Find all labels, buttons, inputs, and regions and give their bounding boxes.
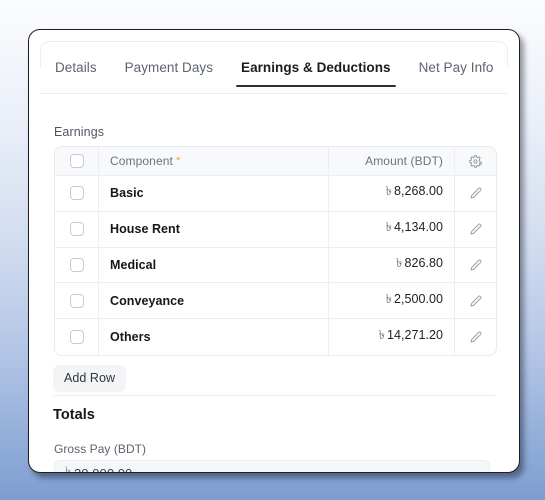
row-action-cell[interactable] [454, 176, 496, 211]
row-component-cell: Others [99, 319, 328, 355]
row-checkbox[interactable] [69, 330, 84, 345]
row-amount-value: ৳ 8,268.00 [386, 183, 443, 203]
pencil-icon[interactable] [467, 184, 485, 202]
tab-bar: Details Payment Days Earnings & Deductio… [41, 50, 519, 94]
totals-divider [53, 395, 495, 396]
select-all-cell[interactable] [55, 147, 99, 175]
tab-earnings-deductions[interactable]: Earnings & Deductions [227, 50, 405, 87]
currency-symbol: ৳ [65, 464, 72, 473]
gear-icon[interactable] [467, 152, 485, 170]
row-amount-cell: ৳ 4,134.00 [328, 211, 454, 247]
currency-symbol: ৳ [396, 255, 403, 270]
row-amount-cell: ৳ 2,500.00 [328, 283, 454, 319]
table-row[interactable]: Others ৳ 14,271.20 [55, 319, 496, 355]
row-checkbox[interactable] [69, 293, 84, 308]
row-amount-value: ৳ 2,500.00 [386, 291, 443, 311]
row-component-cell: Basic [99, 176, 328, 211]
header-component-cell: Component * [99, 147, 328, 175]
tab-overflow-next[interactable]: B [507, 50, 519, 87]
row-component-label: Basic [110, 186, 144, 201]
row-component-cell: Medical [99, 248, 328, 283]
required-asterisk: * [175, 155, 181, 167]
row-checkbox[interactable] [69, 257, 84, 272]
table-row[interactable]: Basic ৳ 8,268.00 [55, 176, 496, 212]
tab-bar-divider [41, 93, 507, 94]
row-amount-cell: ৳ 14,271.20 [328, 319, 454, 355]
gross-pay-label: Gross Pay (BDT) [54, 442, 147, 456]
row-select-cell[interactable] [55, 319, 99, 355]
tab-net-pay-info-label: Net Pay Info [418, 60, 494, 75]
header-amount-cell: Amount (BDT) [328, 147, 454, 175]
select-all-checkbox[interactable] [69, 154, 84, 168]
currency-symbol: ৳ [385, 184, 392, 199]
gross-pay-field[interactable]: ৳ 30,000.00 [54, 460, 490, 473]
row-component-label: Conveyance [110, 293, 185, 308]
header-component-label: Component [110, 154, 173, 168]
row-action-cell[interactable] [454, 247, 496, 283]
earnings-table: Component * Amount (BDT) Basic ৳ 8,268.0… [54, 146, 497, 356]
header-settings-cell[interactable] [454, 147, 496, 175]
row-amount-cell: ৳ 8,268.00 [328, 176, 454, 211]
row-select-cell[interactable] [55, 176, 99, 211]
pencil-icon[interactable] [467, 328, 485, 346]
amount-number: 8,268.00 [393, 184, 443, 199]
row-component-cell: House Rent [99, 212, 328, 247]
row-select-cell[interactable] [55, 247, 99, 283]
tab-payment-days-label: Payment Days [124, 60, 214, 75]
row-action-cell[interactable] [454, 283, 496, 319]
table-row[interactable]: Conveyance ৳ 2,500.00 [55, 283, 496, 320]
row-component-label: Medical [110, 257, 157, 272]
amount-number: 826.80 [404, 255, 443, 270]
row-checkbox[interactable] [69, 222, 84, 237]
row-component-label: Others [110, 330, 151, 345]
header-amount-label: Amount (BDT) [365, 154, 443, 168]
tab-details[interactable]: Details [41, 50, 111, 87]
row-amount-value: ৳ 826.80 [396, 255, 443, 275]
pencil-icon[interactable] [467, 256, 485, 274]
row-action-cell[interactable] [454, 319, 496, 355]
table-row[interactable]: Medical ৳ 826.80 [55, 247, 496, 284]
row-amount-cell: ৳ 826.80 [328, 247, 454, 283]
totals-heading: Totals [53, 407, 95, 423]
amount-number: 14,271.20 [386, 328, 443, 343]
tab-payment-days[interactable]: Payment Days [111, 50, 227, 87]
table-header-row: Component * Amount (BDT) [55, 147, 496, 176]
pencil-icon[interactable] [467, 292, 485, 310]
row-select-cell[interactable] [55, 211, 99, 247]
row-action-cell[interactable] [454, 211, 496, 247]
pencil-icon[interactable] [467, 220, 485, 238]
row-amount-value: ৳ 14,271.20 [379, 327, 443, 347]
amount-number: 4,134.00 [393, 220, 443, 235]
row-component-label: House Rent [110, 222, 180, 237]
currency-symbol: ৳ [378, 328, 385, 343]
row-amount-value: ৳ 4,134.00 [386, 219, 443, 239]
row-checkbox[interactable] [69, 186, 84, 201]
tab-details-label: Details [55, 60, 97, 75]
row-component-cell: Conveyance [99, 283, 328, 318]
earnings-table-wrapper: Component * Amount (BDT) Basic ৳ 8,268.0… [54, 119, 497, 356]
currency-symbol: ৳ [385, 291, 392, 306]
amount-number: 2,500.00 [393, 291, 443, 306]
table-row[interactable]: House Rent ৳ 4,134.00 [55, 211, 496, 248]
currency-symbol: ৳ [385, 220, 392, 235]
gross-pay-value: 30,000.00 [74, 465, 133, 473]
row-select-cell[interactable] [55, 283, 99, 319]
tab-earnings-deductions-label: Earnings & Deductions [241, 60, 391, 75]
add-row-button[interactable]: Add Row [53, 365, 127, 392]
payroll-card: Details Payment Days Earnings & Deductio… [28, 29, 520, 473]
tab-net-pay-info[interactable]: Net Pay Info [405, 50, 508, 87]
